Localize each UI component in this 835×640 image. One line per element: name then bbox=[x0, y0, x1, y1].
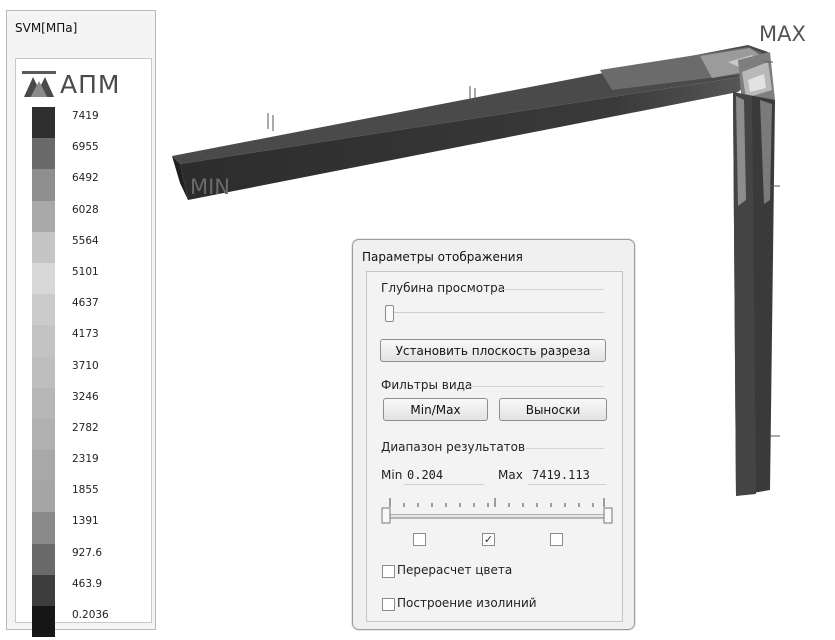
group-divider bbox=[500, 289, 604, 290]
max-field[interactable]: 7419.113 bbox=[532, 468, 590, 482]
legend-value-label: 6028 bbox=[72, 203, 99, 216]
legend-swatch bbox=[32, 107, 55, 139]
field-underline bbox=[528, 484, 606, 485]
logo-text: АПМ bbox=[60, 69, 121, 99]
range-max-handle bbox=[603, 507, 613, 524]
legend-swatch bbox=[32, 356, 55, 388]
legend-swatch bbox=[32, 512, 55, 544]
legend-value-label: 5101 bbox=[72, 265, 99, 278]
color-scale bbox=[32, 107, 55, 638]
legend-value-label: 5564 bbox=[72, 234, 99, 247]
legend-swatch bbox=[32, 481, 55, 513]
range-checkbox-2[interactable]: ✓ bbox=[482, 533, 495, 546]
recalc-color-checkbox[interactable] bbox=[382, 565, 395, 578]
legend-value-label: 1855 bbox=[72, 484, 99, 497]
isolines-checkbox[interactable] bbox=[382, 598, 395, 611]
legend-value-label: 0.2036 bbox=[72, 609, 109, 621]
group-divider bbox=[470, 386, 604, 387]
legend-value-label: 4173 bbox=[72, 328, 99, 341]
depth-slider-track[interactable] bbox=[392, 312, 604, 313]
depth-group-label: Глубина просмотра bbox=[381, 281, 506, 295]
callouts-button[interactable]: Выноски bbox=[499, 398, 607, 421]
legend-swatch bbox=[32, 294, 55, 326]
recalc-color-label: Перерасчет цвета bbox=[397, 563, 513, 577]
legend-title: SVM[МПа] bbox=[15, 21, 78, 35]
min-marker-label: MIN bbox=[190, 175, 231, 199]
set-cut-plane-button[interactable]: Установить плоскость разреза bbox=[380, 339, 606, 362]
legend-value-label: 1391 bbox=[72, 515, 99, 528]
legend-value-label: 6955 bbox=[72, 141, 99, 154]
apm-logo: АПМ bbox=[22, 69, 120, 99]
legend-swatch bbox=[32, 543, 55, 575]
min-field[interactable]: 0.204 bbox=[407, 468, 443, 482]
field-underline bbox=[404, 484, 484, 485]
color-legend-panel: SVM[МПа] АПМ 7419 6955 6492 6028 5564 5101 463… bbox=[6, 10, 156, 638]
legend-value-label: 3246 bbox=[72, 390, 99, 403]
legend-swatch bbox=[32, 574, 55, 606]
legend-swatch bbox=[32, 450, 55, 482]
legend-swatch bbox=[32, 325, 55, 357]
scale-labels: 7419 6955 6492 6028 5564 5101 4637 4173 3710 3246… bbox=[72, 110, 109, 640]
legend-value-label: 463.9 bbox=[72, 577, 103, 590]
depth-slider-thumb[interactable] bbox=[385, 305, 394, 322]
min-field-label: Min bbox=[381, 468, 403, 482]
group-divider bbox=[526, 448, 604, 449]
legend-value-label: 927.6 bbox=[72, 546, 103, 559]
legend-value-label: 7419 bbox=[72, 110, 99, 122]
legend-swatch bbox=[32, 231, 55, 263]
legend-body: АПМ 7419 6955 6492 6028 5564 5101 4637 4173 3710… bbox=[15, 58, 152, 638]
dialog-title: Параметры отображения bbox=[362, 250, 523, 264]
minmax-button[interactable]: Min/Max bbox=[383, 398, 488, 421]
range-slider[interactable] bbox=[378, 494, 613, 528]
legend-swatch bbox=[32, 387, 55, 419]
legend-value-label: 2782 bbox=[72, 421, 99, 434]
legend-value-label: 2319 bbox=[72, 453, 99, 466]
legend-swatch bbox=[32, 138, 55, 170]
legend-value-label: 6492 bbox=[72, 172, 99, 185]
isolines-label: Построение изолиний bbox=[397, 596, 537, 610]
range-min-handle bbox=[381, 507, 391, 524]
max-marker-label: MAX bbox=[759, 22, 806, 46]
legend-swatch bbox=[32, 606, 55, 638]
legend-swatch bbox=[32, 169, 55, 201]
legend-value-label: 4637 bbox=[72, 297, 99, 310]
max-field-label: Max bbox=[498, 468, 523, 482]
filters-group-label: Фильтры вида bbox=[381, 378, 473, 392]
legend-swatch bbox=[32, 418, 55, 451]
range-checkbox-1[interactable] bbox=[413, 533, 426, 546]
legend-swatch bbox=[32, 262, 55, 295]
legend-swatch bbox=[32, 200, 55, 232]
legend-value-label: 3710 bbox=[72, 359, 99, 372]
range-checkbox-3[interactable] bbox=[550, 533, 563, 546]
range-group-label: Диапазон результатов bbox=[381, 440, 526, 454]
apm-logo-icon bbox=[22, 71, 56, 97]
